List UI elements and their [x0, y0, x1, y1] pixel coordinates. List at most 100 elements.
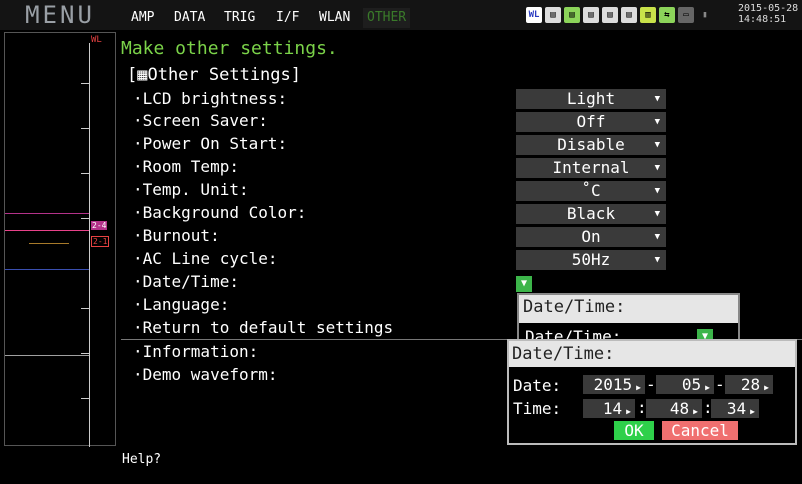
day-value: 28: [740, 375, 761, 394]
power-on-start-dropdown[interactable]: Disable ▼: [516, 135, 666, 155]
second-field[interactable]: 34 ▶: [711, 399, 759, 418]
label-power-on-start: ·Power On Start:: [133, 134, 288, 153]
label-language: ·Language:: [133, 295, 230, 314]
channel-marker-a: 2-4: [91, 221, 108, 230]
top-bar: MENU AMP DATA TRIG I/F WLAN OTHER WL ▤ ▤…: [0, 0, 802, 30]
chevron-right-icon: ▶: [693, 407, 698, 416]
hour-value: 14: [602, 399, 623, 418]
chevron-down-icon: ▼: [654, 209, 660, 219]
scale-axis: [89, 43, 90, 447]
trace-2: [5, 230, 89, 231]
waveform-preview: WL 2-4 2-1: [4, 32, 116, 447]
date-separator: -: [646, 375, 656, 394]
chevron-down-icon: ▼: [654, 140, 660, 150]
menu-button[interactable]: MENU: [6, 2, 114, 28]
trace-4: [5, 269, 89, 270]
scale-tick: [81, 398, 89, 399]
date-time-open-button[interactable]: ▼: [516, 276, 532, 292]
year-value: 2015: [593, 375, 633, 394]
page-subtitle: Make other settings.: [121, 38, 338, 59]
help-text: Help?: [122, 452, 162, 467]
tab-if[interactable]: I/F: [272, 8, 303, 28]
tab-other[interactable]: OTHER: [363, 8, 411, 28]
dropdown-value: Black: [566, 204, 616, 223]
dialog-title: Date/Time:: [509, 341, 795, 367]
scale-tick: [81, 308, 89, 309]
month-field[interactable]: 05 ▶: [656, 375, 714, 394]
dropdown-value: Off: [576, 112, 606, 131]
status-icons: WL ▤ ▤ ▤ ▤ ▤ ▥ ⇆ ▭ ▮: [526, 7, 713, 25]
date-time-dialog: Date/Time: Date: Time: 2015 ▶ - 05 ▶ - 28 ▶…: [507, 339, 797, 445]
label-return-default[interactable]: ·Return to default settings: [133, 317, 393, 339]
label-screen-saver: ·Screen Saver:: [133, 111, 268, 130]
chevron-down-icon: ▼: [654, 117, 660, 127]
scale-tick: [81, 173, 89, 174]
clock-time: 14:48:51: [738, 14, 787, 25]
cancel-button[interactable]: Cancel: [662, 421, 738, 440]
date-label: Date:: [513, 376, 562, 395]
label-lcd-brightness: ·LCD brightness:: [133, 89, 288, 108]
label-temp-unit: ·Temp. Unit:: [133, 180, 249, 199]
lcd-brightness-dropdown[interactable]: Light ▼: [516, 89, 666, 109]
chevron-right-icon: ▶: [750, 407, 755, 416]
tab-trig[interactable]: TRIG: [220, 8, 259, 28]
trace-3: [29, 243, 69, 244]
label-burnout: ·Burnout:: [133, 226, 220, 245]
tab-data[interactable]: DATA: [170, 8, 209, 28]
chevron-down-icon: ▼: [654, 163, 660, 173]
date-separator: -: [715, 375, 725, 394]
chevron-right-icon: ▶: [636, 383, 641, 392]
dropdown-value: On: [581, 227, 601, 246]
room-temp-dropdown[interactable]: Internal ▼: [516, 158, 666, 178]
chevron-down-icon: ▼: [654, 232, 660, 242]
second-value: 34: [726, 399, 747, 418]
burnout-dropdown[interactable]: On ▼: [516, 227, 666, 247]
chevron-down-icon: ▼: [654, 255, 660, 265]
chevron-right-icon: ▶: [764, 383, 769, 392]
dropdown-value: Internal: [552, 158, 630, 177]
dropdown-value: 50Hz: [571, 250, 611, 269]
power-icon: ▮: [702, 10, 708, 20]
scale-tick: [81, 353, 89, 354]
dialog-back-title: Date/Time:: [523, 297, 626, 317]
minute-value: 48: [669, 399, 690, 418]
screen-saver-dropdown[interactable]: Off ▼: [516, 112, 666, 132]
time-label: Time:: [513, 399, 562, 418]
temp-unit-dropdown[interactable]: ˚C ▼: [516, 181, 666, 201]
hour-field[interactable]: 14 ▶: [583, 399, 635, 418]
ac-line-cycle-dropdown[interactable]: 50Hz ▼: [516, 250, 666, 270]
tab-wlan[interactable]: WLAN: [315, 8, 354, 28]
label-ac-line-cycle: ·AC Line cycle:: [133, 249, 278, 268]
chevron-right-icon: ▶: [626, 407, 631, 416]
dropdown-value: ˚C: [581, 181, 601, 200]
chevron-down-icon: ▼: [654, 186, 660, 196]
memory-icon: ▥: [640, 7, 656, 23]
minute-field[interactable]: 48 ▶: [646, 399, 702, 418]
day-field[interactable]: 28 ▶: [725, 375, 773, 394]
channel-marker-b: 2-1: [91, 236, 110, 247]
trace-5: [5, 355, 89, 356]
ok-button[interactable]: OK: [614, 421, 654, 440]
section-title: [▦Other Settings]: [127, 65, 301, 85]
label-information: ·Information:: [133, 342, 259, 361]
card-slot-3-icon: ▤: [583, 7, 599, 23]
dropdown-value: Light: [566, 89, 616, 108]
tab-amp[interactable]: AMP: [127, 8, 158, 28]
card-slot-icon: ▤: [545, 7, 561, 23]
label-demo-waveform: ·Demo waveform:: [133, 365, 278, 384]
dropdown-value: Disable: [557, 135, 625, 154]
clock-date: 2015-05-28: [738, 3, 799, 14]
background-color-dropdown[interactable]: Black ▼: [516, 204, 666, 224]
month-value: 05: [681, 375, 702, 394]
year-field[interactable]: 2015 ▶: [583, 375, 645, 394]
label-date-time: ·Date/Time:: [133, 272, 239, 291]
trace-1: [5, 213, 89, 214]
usb-icon: ⇆: [659, 7, 675, 23]
pc-link-icon: ▭: [678, 7, 694, 23]
label-background-color: ·Background Color:: [133, 203, 307, 222]
card-slot-4-icon: ▤: [602, 7, 618, 23]
card-slot-5-icon: ▤: [621, 7, 637, 23]
waveform-wl-label: WL: [91, 35, 102, 45]
wlan-status-icon: WL: [526, 7, 542, 23]
scale-tick: [81, 83, 89, 84]
